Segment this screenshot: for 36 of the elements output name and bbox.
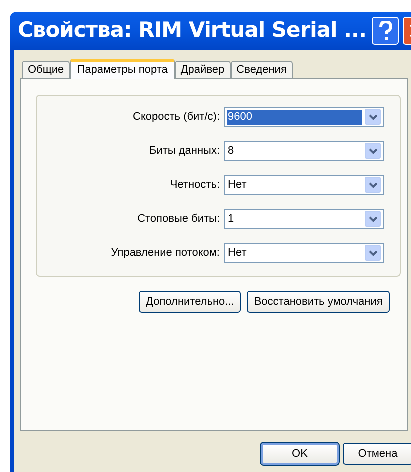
dropdown-value: Нет xyxy=(227,178,248,192)
panel-button[interactable]: Дополнительно... xyxy=(139,291,242,313)
window-title: Свойства: RIM Virtual Serial ... xyxy=(18,17,366,44)
dropdown-value: 9600 xyxy=(227,110,362,124)
chevron-down-icon xyxy=(368,182,378,188)
dialog-button[interactable]: OK xyxy=(261,443,339,465)
dropdown-arrow-button[interactable] xyxy=(365,143,381,159)
dropdown-arrow-button[interactable] xyxy=(365,245,381,261)
dropdown-value: Нет xyxy=(227,246,248,260)
chevron-down-icon xyxy=(368,148,378,154)
setting-label: Биты данных: xyxy=(148,144,221,159)
dropdown-arrow-button[interactable] xyxy=(365,211,381,227)
dropdown[interactable]: 9600 xyxy=(224,107,384,127)
dropdown-value: 1 xyxy=(227,212,236,226)
chevron-down-icon xyxy=(368,114,378,120)
help-icon xyxy=(378,21,393,41)
dropdown-arrow-button[interactable] xyxy=(365,177,381,193)
setting-label: Стоповые биты: xyxy=(136,212,221,227)
dropdown[interactable]: Нет xyxy=(224,243,384,263)
dropdown[interactable]: Нет xyxy=(224,175,384,195)
panel-button[interactable]: Восстановить умолчания xyxy=(247,291,390,313)
tab[interactable]: Драйвер xyxy=(174,61,231,78)
setting-label: Четность: xyxy=(169,178,221,193)
dropdown[interactable]: 8 xyxy=(224,141,384,161)
tab[interactable]: Параметры порта xyxy=(70,59,175,79)
tab[interactable]: Общие xyxy=(22,61,70,78)
help-button[interactable] xyxy=(372,17,400,45)
setting-label: Управление потоком: xyxy=(110,246,221,261)
chevron-down-icon xyxy=(368,216,378,222)
dropdown-arrow-button[interactable] xyxy=(365,109,381,125)
dropdown-value: 8 xyxy=(227,144,236,158)
chevron-down-icon xyxy=(368,250,378,256)
setting-label: Скорость (бит/с): xyxy=(132,110,221,125)
dialog-button[interactable]: Отмена xyxy=(343,443,411,465)
tab[interactable]: Сведения xyxy=(230,61,293,78)
dropdown[interactable]: 1 xyxy=(224,209,384,229)
